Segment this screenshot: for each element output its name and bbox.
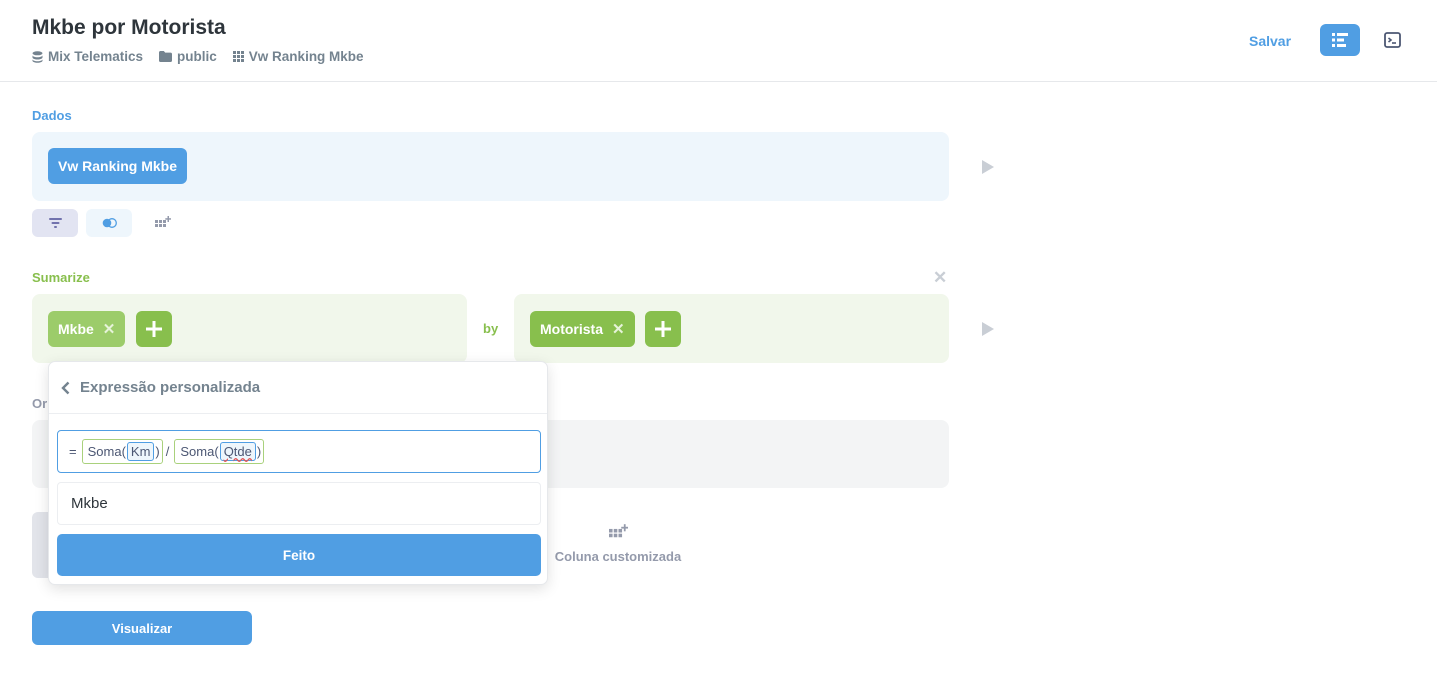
breadcrumb-table-label: Vw Ranking Mkbe <box>248 49 364 64</box>
notebook-editor-toggle[interactable] <box>1320 24 1360 56</box>
remove-breakout-icon[interactable]: ✕ <box>612 320 625 338</box>
preview-summarize-arrow[interactable] <box>982 322 994 336</box>
metric-pill[interactable]: Mkbe ✕ <box>48 311 126 347</box>
breadcrumb-schema-label: public <box>177 49 217 64</box>
source-table-label: Vw Ranking Mkbe <box>58 158 178 174</box>
expression-operator: / <box>165 444 170 459</box>
expression-equals: = <box>69 444 77 459</box>
fn-name: Soma <box>87 444 122 459</box>
preview-data-arrow[interactable] <box>982 160 994 174</box>
breadcrumb-schema[interactable]: public <box>159 49 217 64</box>
by-label: by <box>483 321 499 336</box>
sql-view-toggle[interactable] <box>1380 28 1404 52</box>
remove-summarize-icon[interactable]: ✕ <box>933 268 947 288</box>
filter-icon <box>48 218 62 228</box>
custom-column-button[interactable]: Coluna customizada <box>553 524 683 574</box>
visualize-button[interactable]: Visualizar <box>32 611 252 645</box>
breadcrumb-database-label: Mix Telematics <box>48 49 144 64</box>
page-title: Mkbe por Motorista <box>32 16 226 39</box>
notebook-icon <box>1332 33 1348 47</box>
breadcrumb-database[interactable]: Mix Telematics <box>32 49 143 64</box>
popover-title: Expressão personalizada <box>80 379 261 396</box>
filter-button[interactable] <box>32 209 78 237</box>
expression-editor[interactable]: = Soma(Km) / Soma(Qtde) <box>57 430 541 473</box>
expression-token-sum-km[interactable]: Soma(Km) <box>81 439 163 464</box>
data-step-label: Dados <box>32 108 72 123</box>
chevron-left-icon <box>61 381 70 394</box>
open-paren: ( <box>214 444 219 459</box>
join-button[interactable] <box>86 209 132 237</box>
query-header: Mkbe por Motorista Mix Telematics public… <box>0 0 1437 82</box>
custom-expression-popover: Expressão personalizada = Soma(Km) / Som… <box>48 361 548 585</box>
add-breakout-button[interactable] <box>645 311 681 347</box>
metric-label: Mkbe <box>58 321 94 337</box>
field-token-km[interactable]: Km <box>126 442 155 461</box>
custom-column-icon <box>608 524 628 538</box>
expression-token-sum-qtde[interactable]: Soma(Qtde) <box>174 439 265 464</box>
expression-name-input[interactable]: Mkbe <box>57 482 541 525</box>
add-metric-button[interactable] <box>136 311 172 347</box>
save-button[interactable]: Salvar <box>1249 33 1291 49</box>
plus-icon <box>655 321 671 337</box>
sort-step-label: Or <box>32 396 48 411</box>
remove-metric-icon[interactable]: ✕ <box>103 320 116 338</box>
close-paren: ) <box>256 444 262 459</box>
summarize-step-label: Sumarize <box>32 270 90 285</box>
breadcrumb: Mix Telematics public Vw Ranking Mkbe <box>32 49 380 64</box>
breadcrumb-table[interactable]: Vw Ranking Mkbe <box>232 49 364 64</box>
database-icon <box>32 50 43 63</box>
popover-back-header[interactable]: Expressão personalizada <box>49 362 547 414</box>
close-paren: ) <box>155 444 160 459</box>
table-grid-icon <box>232 51 244 62</box>
breakout-label: Motorista <box>540 321 603 337</box>
done-button[interactable]: Feito <box>57 534 541 576</box>
field-token-qtde[interactable]: Qtde <box>219 442 256 461</box>
custom-column-icon <box>155 216 171 227</box>
join-icon <box>102 218 117 228</box>
terminal-icon <box>1383 32 1401 48</box>
source-table-pill[interactable]: Vw Ranking Mkbe <box>48 148 188 184</box>
custom-column-label: Coluna customizada <box>554 549 682 564</box>
open-paren: ( <box>121 444 126 459</box>
folder-icon <box>159 51 173 62</box>
breakout-pill[interactable]: Motorista ✕ <box>530 311 635 347</box>
fn-name: Soma <box>180 444 215 459</box>
custom-column-small-button[interactable] <box>148 209 178 237</box>
plus-icon <box>146 321 162 337</box>
